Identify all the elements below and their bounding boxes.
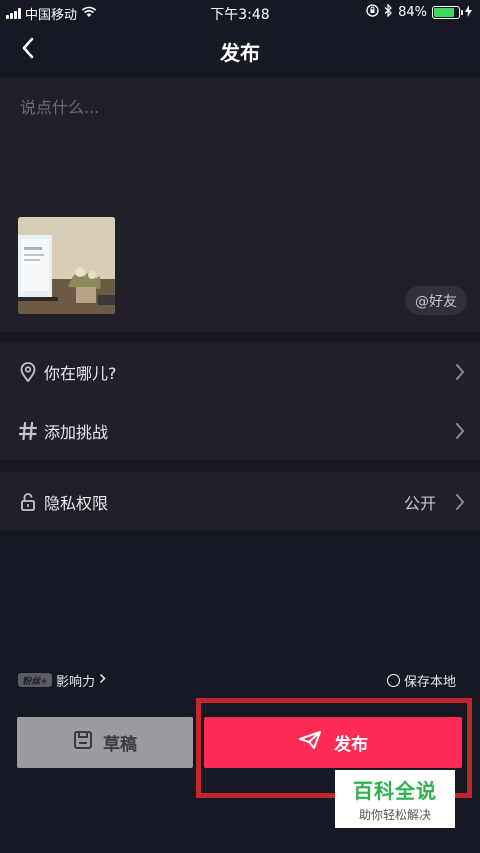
privacy-label: 隐私权限	[44, 493, 109, 513]
mention-friends-button[interactable]: @好友	[405, 286, 467, 315]
watermark-subtitle: 助你轻松解决	[358, 808, 431, 822]
send-icon	[298, 730, 322, 755]
influence-link[interactable]: 影响力	[56, 671, 106, 690]
watermark: 百科全说 助你轻松解决	[335, 770, 455, 828]
privacy-value: 公开	[403, 493, 436, 513]
draft-label: 草稿	[103, 735, 137, 755]
chevron-right-icon	[454, 363, 466, 381]
save-local-toggle[interactable]: 保存本地	[386, 671, 456, 690]
publish-button[interactable]: 发布	[204, 717, 462, 768]
status-right: 84%	[366, 3, 472, 21]
header: 发布	[0, 24, 480, 76]
chevron-right-icon	[99, 673, 106, 688]
video-thumbnail[interactable]	[18, 217, 115, 314]
publish-label: 发布	[334, 735, 368, 755]
influence-label: 影响力	[56, 675, 96, 690]
watermark-title: 百科全说	[353, 779, 437, 803]
draft-button[interactable]: 草稿	[17, 717, 193, 768]
chevron-right-icon	[454, 493, 466, 511]
bluetooth-icon	[384, 3, 393, 21]
location-pin-icon	[18, 361, 38, 382]
location-label: 你在哪儿?	[44, 363, 117, 383]
battery-icon	[432, 6, 463, 19]
mention-friends-label: @好友	[415, 293, 457, 310]
privacy-row-inner: 隐私权限 公开	[0, 472, 480, 531]
fans-badge: 粉丝+	[18, 673, 52, 687]
chevron-right-icon	[454, 422, 466, 440]
privacy-row[interactable]: 隐私权限 公开	[0, 472, 480, 531]
battery-level	[434, 8, 455, 17]
page-title: 发布	[220, 41, 260, 65]
compose-panel: @好友	[0, 77, 480, 332]
lock-icon	[18, 492, 38, 512]
save-local-label: 保存本地	[403, 675, 456, 690]
options-panel: 你在哪儿? 添加挑战	[0, 342, 480, 460]
caption-input[interactable]	[20, 93, 460, 121]
hashtag-icon	[18, 421, 38, 441]
charging-icon	[465, 4, 472, 21]
battery-percent: 84%	[398, 5, 427, 20]
location-row[interactable]: 你在哪儿?	[0, 342, 480, 401]
bottom-info-row: 粉丝+ 影响力 保存本地	[0, 668, 480, 694]
radio-icon	[386, 674, 400, 687]
challenge-row[interactable]: 添加挑战	[0, 401, 480, 460]
orientation-lock-icon	[366, 4, 379, 21]
status-bar: 中国移动 下午3:48 84%	[0, 0, 480, 24]
challenge-label: 添加挑战	[44, 422, 109, 442]
draft-icon	[73, 730, 93, 755]
